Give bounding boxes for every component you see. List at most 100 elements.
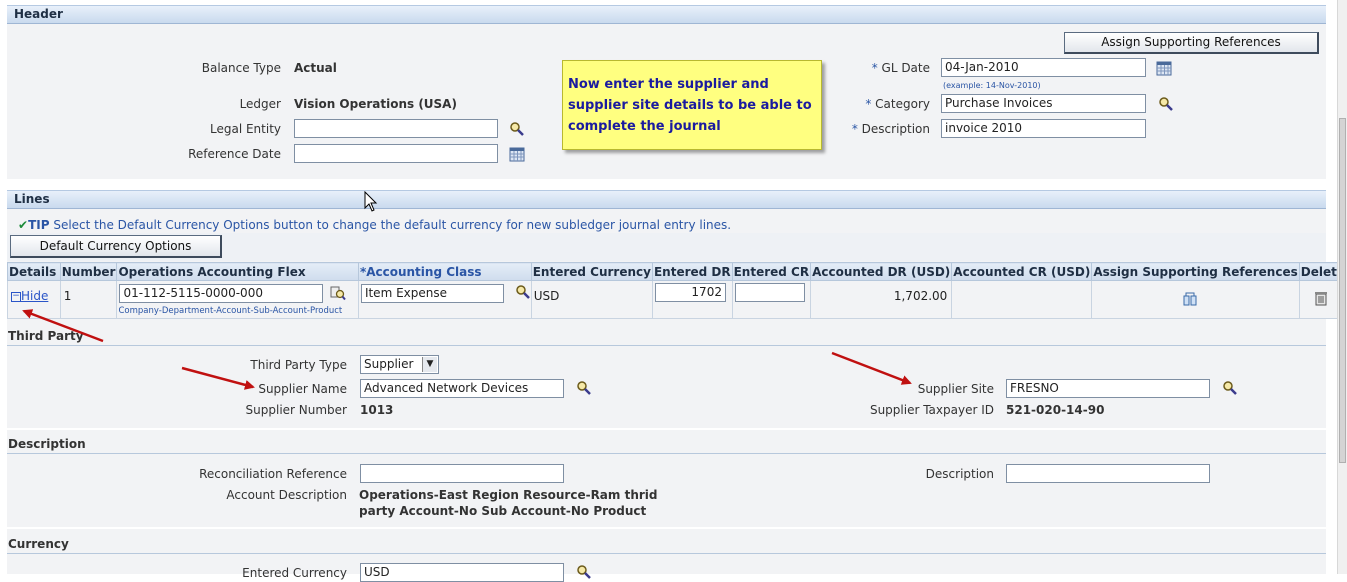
divider	[7, 428, 1326, 430]
supplier-site-input[interactable]: FRESNO	[1006, 379, 1210, 398]
entered-dr-cell: 1702	[651, 280, 733, 319]
collapse-icon: −	[11, 290, 21, 302]
lines-section-title: Lines	[14, 192, 50, 206]
column-header: Assign Supporting References	[1091, 262, 1300, 281]
line-description-label: Description	[925, 467, 994, 481]
entered-dr-input[interactable]: 1702	[654, 283, 726, 302]
divider	[7, 345, 1326, 346]
column-header: Accounted DR (USD)	[810, 262, 953, 281]
entered-currency-cell: USD	[530, 280, 653, 319]
tip-text: Select the Default Currency Options butt…	[53, 218, 732, 232]
third-party-title: Third Party	[8, 329, 84, 343]
accounting-flex-input[interactable]: 01-112-5115-0000-000	[119, 284, 324, 303]
required-mark: *	[871, 61, 878, 75]
supplier-name-label: Supplier Name	[258, 382, 347, 396]
gl-date-calendar-icon[interactable]	[1156, 60, 1172, 76]
reference-date-label: Reference Date	[188, 147, 281, 161]
header-section-bar: Header	[7, 5, 1326, 24]
mouse-cursor-icon	[364, 191, 378, 212]
column-header: Operations Accounting Flex	[116, 262, 359, 281]
accounting-class-cell: Item Expense	[357, 280, 532, 319]
entered-cr-input[interactable]	[734, 283, 805, 302]
description-section-title: Description	[8, 437, 86, 451]
assign-references-cell	[1091, 280, 1300, 319]
check-icon: ✔	[18, 218, 29, 232]
balance-type-value: Actual	[294, 61, 337, 75]
supplier-number-label: Supplier Number	[245, 403, 347, 417]
reference-date-input[interactable]	[294, 144, 498, 163]
account-description-label: Account Description	[226, 488, 347, 502]
divider	[7, 527, 1326, 529]
accounting-class-input[interactable]: Item Expense	[360, 284, 504, 303]
reconciliation-reference-input[interactable]	[360, 464, 564, 483]
supplier-taxpayer-id-value: 521-020-14-90	[1006, 403, 1105, 417]
ledger-label: Ledger	[239, 97, 281, 111]
supplier-taxpayer-id-label: Supplier Taxpayer ID	[869, 403, 994, 417]
account-description-line1: Operations-East Region Resource-Ram thri…	[359, 488, 658, 502]
scrollbar-thumb[interactable]	[1339, 118, 1346, 463]
category-label: * Category	[865, 97, 930, 111]
column-header: Entered DR	[651, 262, 733, 281]
gl-date-label: * GL Date	[871, 61, 930, 75]
supplier-name-input[interactable]: Advanced Network Devices	[360, 379, 564, 398]
table-header-row: Details Number Operations Accounting Fle…	[7, 262, 1347, 281]
tutorial-callout: Now enter the supplier and supplier site…	[562, 60, 822, 150]
category-input[interactable]: Purchase Invoices	[941, 94, 1146, 113]
accounted-dr-cell: 1,702.00	[810, 280, 953, 319]
entered-cr-cell	[731, 280, 812, 319]
hide-details-link[interactable]: −Hide	[11, 289, 48, 303]
supplier-site-label: Supplier Site	[917, 382, 994, 396]
table-row: −Hide 1 01-112-5115-0000-000 Company-Dep…	[7, 280, 1347, 319]
divider	[7, 453, 1326, 454]
description-label: * Description	[851, 122, 930, 136]
calendar-icon[interactable]	[509, 146, 525, 162]
category-search-icon[interactable]	[1158, 96, 1174, 112]
tip-label: TIP	[28, 218, 50, 232]
line-description-input[interactable]	[1006, 464, 1210, 483]
assign-references-icon[interactable]	[1182, 291, 1198, 307]
details-cell: −Hide	[7, 280, 61, 319]
line-number: 1	[63, 289, 72, 303]
description-input[interactable]: invoice 2010	[941, 119, 1146, 138]
supplier-site-search-icon[interactable]	[1222, 380, 1238, 396]
lines-section-bar: Lines	[7, 190, 1326, 209]
currency-section-title: Currency	[8, 537, 69, 551]
supplier-name-search-icon[interactable]	[576, 380, 592, 396]
entered-currency-input[interactable]: USD	[360, 563, 564, 582]
third-party-type-label: Third Party Type	[250, 358, 347, 372]
balance-type-label: Balance Type	[201, 61, 281, 75]
column-header: Entered CR	[731, 262, 812, 281]
number-cell: 1	[59, 280, 118, 319]
default-currency-options-button[interactable]: Default Currency Options	[10, 235, 222, 258]
legal-entity-input[interactable]	[294, 119, 498, 138]
accounted-cr-cell	[951, 280, 1093, 319]
third-party-type-select[interactable]: Supplier ▼	[360, 355, 439, 374]
accounted-dr-value: 1,702.00	[893, 289, 948, 303]
account-description-line2: party Account-No Sub Account-No Product	[359, 504, 647, 518]
column-header: Number	[59, 262, 118, 281]
column-header: Details	[7, 262, 61, 281]
lines-table: Details Number Operations Accounting Fle…	[7, 262, 1347, 319]
flex-search-icon[interactable]	[330, 285, 347, 301]
column-header: Entered Currency	[530, 262, 653, 281]
entered-currency-search-icon[interactable]	[576, 564, 592, 580]
accounting-class-search-icon[interactable]	[515, 284, 531, 300]
entered-currency-value: USD	[533, 289, 560, 303]
supplier-number-value: 1013	[360, 403, 394, 417]
chevron-down-icon: ▼	[422, 357, 437, 372]
gl-date-hint: (example: 14-Nov-2010)	[943, 81, 1041, 90]
legal-entity-label: Legal Entity	[209, 122, 281, 136]
header-section-title: Header	[14, 7, 63, 21]
accounting-flex-cell: 01-112-5115-0000-000 Company-Department-…	[116, 280, 359, 319]
divider	[7, 553, 1326, 554]
tip-message: ✔TIP Select the Default Currency Options…	[18, 218, 731, 232]
flex-structure-hint: Company-Department-Account-Sub-Account-P…	[118, 306, 343, 316]
trash-icon[interactable]	[1313, 290, 1329, 306]
ledger-value: Vision Operations (USA)	[294, 97, 457, 111]
column-header: *Accounting Class	[357, 262, 532, 281]
gl-date-input[interactable]: 04-Jan-2010	[941, 58, 1146, 77]
reconciliation-reference-label: Reconciliation Reference	[199, 467, 347, 481]
legal-entity-search-icon[interactable]	[509, 121, 525, 137]
assign-supporting-references-button[interactable]: Assign Supporting References	[1064, 32, 1319, 54]
entered-currency-label: Entered Currency	[242, 566, 347, 580]
